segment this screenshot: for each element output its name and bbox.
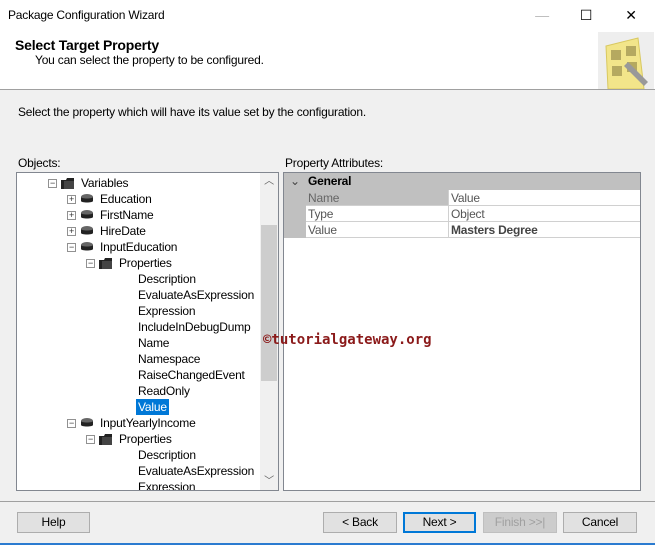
variable-icon — [81, 210, 93, 219]
property-value[interactable]: Masters Degree — [448, 222, 640, 238]
chevron-down-icon[interactable]: ⌄ — [290, 173, 300, 189]
property-name: Type — [306, 206, 448, 222]
collapse-icon[interactable]: − — [67, 419, 76, 428]
tree-item-label: Properties — [119, 256, 172, 270]
variable-icon — [81, 226, 93, 235]
tree-item-label: HireDate — [100, 224, 146, 238]
tree-item-label: Properties — [119, 432, 172, 446]
tree-item-label: Name — [138, 336, 170, 350]
scroll-down-button[interactable]: ﹀ — [260, 473, 278, 490]
tree-item[interactable]: Namespace — [17, 351, 260, 367]
window-title: Package Configuration Wizard — [8, 8, 165, 22]
property-row[interactable]: Name Value — [284, 190, 640, 206]
minimize-button[interactable]: — — [520, 0, 564, 30]
tree-item-label: Description — [138, 448, 196, 462]
row-gutter — [284, 206, 306, 222]
category-label: General — [308, 174, 352, 188]
scrollbar-thumb[interactable] — [261, 225, 277, 381]
next-button[interactable]: Next > — [403, 512, 476, 533]
tree-item-label: EvaluateAsExpression — [138, 288, 255, 302]
tree-item[interactable]: ReadOnly — [17, 383, 260, 399]
tree-item-label: Education — [100, 192, 152, 206]
objects-label: Objects: — [18, 156, 61, 170]
tree-item[interactable]: − Properties — [17, 255, 260, 271]
tree-item[interactable]: Description — [17, 271, 260, 287]
tree-item-label: EvaluateAsExpression — [138, 464, 255, 478]
tree-item[interactable]: Expression — [17, 479, 260, 491]
cancel-button[interactable]: Cancel — [563, 512, 637, 533]
tree-item-label: Namespace — [138, 352, 201, 366]
tree-item[interactable]: + Education — [17, 191, 260, 207]
close-button[interactable]: ✕ — [609, 0, 653, 30]
tree-item-label: Description — [138, 272, 196, 286]
category-general[interactable]: ⌄ General — [284, 173, 640, 190]
tree-item-label: InputEducation — [100, 240, 178, 254]
maximize-button[interactable]: ☐ — [564, 0, 608, 30]
folder-icon — [99, 434, 112, 445]
tree-item-label: FirstName — [100, 208, 154, 222]
divider — [0, 501, 655, 502]
tree-item[interactable]: EvaluateAsExpression — [17, 287, 260, 303]
tree-item[interactable]: − Properties — [17, 431, 260, 447]
page-subtitle: You can select the property to be config… — [35, 53, 264, 67]
property-value[interactable]: Value — [448, 190, 640, 206]
title-bar: Package Configuration Wizard — ☐ ✕ — [0, 0, 655, 30]
page-title: Select Target Property — [15, 37, 159, 53]
tree-item[interactable]: − InputEducation — [17, 239, 260, 255]
wizard-logo-icon — [598, 32, 654, 89]
tree-item-label: Expression — [138, 480, 196, 491]
tree-item[interactable]: − InputYearlyIncome — [17, 415, 260, 431]
expand-icon[interactable]: + — [67, 211, 76, 220]
tree-item[interactable]: RaiseChangedEvent — [17, 367, 260, 383]
tree-item[interactable]: Name — [17, 335, 260, 351]
variable-icon — [81, 242, 93, 251]
tree-item[interactable]: Description — [17, 447, 260, 463]
finish-button[interactable]: Finish >>| — [483, 512, 557, 533]
tree-item[interactable]: + FirstName — [17, 207, 260, 223]
property-attributes-label: Property Attributes: — [285, 156, 384, 170]
collapse-icon[interactable]: − — [86, 435, 95, 444]
expand-icon[interactable]: + — [67, 227, 76, 236]
back-button[interactable]: < Back — [323, 512, 397, 533]
tree-item[interactable]: Expression — [17, 303, 260, 319]
tree-item-label: InputYearlyIncome — [100, 416, 196, 430]
tree-item-label: RaiseChangedEvent — [138, 368, 245, 382]
tree-item[interactable]: Value — [17, 398, 260, 416]
help-button[interactable]: Help — [17, 512, 90, 533]
variable-icon — [81, 194, 93, 203]
scroll-up-button[interactable]: ︿ — [260, 173, 278, 190]
row-gutter — [284, 222, 306, 238]
variable-icon — [81, 418, 93, 427]
wizard-header: Select Target Property You can select th… — [0, 30, 655, 90]
tree-item[interactable]: − Variables — [17, 175, 260, 191]
property-name: Name — [306, 190, 448, 206]
tree-item[interactable]: EvaluateAsExpression — [17, 463, 260, 479]
collapse-icon[interactable]: − — [48, 179, 57, 188]
tree-item-label: Value — [135, 398, 170, 416]
tree-item[interactable]: + HireDate — [17, 223, 260, 239]
folder-icon — [61, 178, 74, 189]
row-gutter — [284, 190, 306, 206]
property-row[interactable]: Value Masters Degree — [284, 222, 640, 238]
property-value[interactable]: Object — [448, 206, 640, 222]
tree-item-label: Expression — [138, 304, 196, 318]
instruction-text: Select the property which will have its … — [18, 105, 366, 119]
expand-icon[interactable]: + — [67, 195, 76, 204]
folder-icon — [99, 258, 112, 269]
tree-item-label: IncludeInDebugDump — [138, 320, 251, 334]
collapse-icon[interactable]: − — [67, 243, 76, 252]
watermark: ©tutorialgateway.org — [263, 332, 432, 348]
property-name: Value — [306, 222, 448, 238]
tree-item-label: Variables — [81, 176, 129, 190]
tree-item-label: ReadOnly — [138, 384, 190, 398]
collapse-icon[interactable]: − — [86, 259, 95, 268]
objects-tree[interactable]: − Variables + Education + FirstName + HireDate −… — [16, 172, 279, 491]
property-row[interactable]: Type Object — [284, 206, 640, 222]
tree-item[interactable]: IncludeInDebugDump — [17, 319, 260, 335]
